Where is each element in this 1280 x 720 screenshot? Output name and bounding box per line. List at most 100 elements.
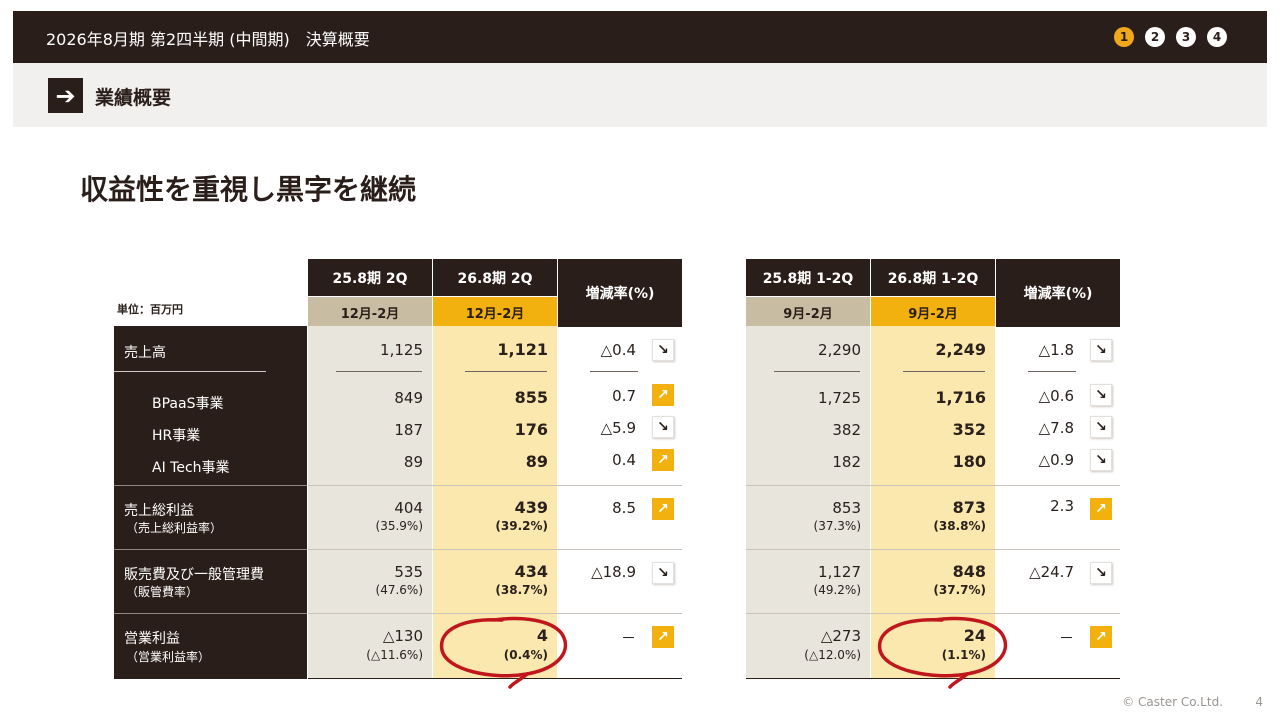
h-prev-sales: 2,290	[818, 341, 861, 359]
label-aitech: AI Tech事業	[152, 460, 230, 476]
h-cur-hr: 352	[952, 420, 986, 439]
header-cur-h1: 26.8期 1-2Q	[871, 259, 995, 296]
sales-underline	[1028, 371, 1076, 372]
h-rate-gross: 2.3	[1050, 497, 1074, 515]
q-prev-sales: 1,125	[380, 341, 423, 359]
sales-underline	[903, 371, 985, 372]
q-cur-sales: 1,121	[497, 340, 548, 359]
h-prev-aitech: 182	[832, 453, 861, 471]
page-dot-4[interactable]: 4	[1207, 27, 1227, 47]
sales-underline	[590, 371, 638, 372]
q-rate-bpaas: 0.7	[612, 387, 636, 405]
arrow-down-right-icon: ↘	[652, 416, 674, 438]
h-rate-sga: △24.7	[1029, 563, 1074, 581]
arrow-up-right-icon: ↗	[652, 626, 674, 648]
divider	[114, 613, 307, 614]
q-cur-gross-rate: (39.2%)	[495, 519, 548, 533]
q-cur-bpaas: 855	[514, 388, 548, 407]
section-bar: ➔ 業績概要	[13, 63, 1267, 127]
q-rate-op: －	[620, 629, 636, 647]
period-cur-2q: 12月-2月	[433, 297, 557, 327]
row-divider	[746, 613, 1120, 614]
row-divider	[308, 678, 682, 679]
q-prev-gross-rate: (35.9%)	[375, 519, 423, 533]
arrow-down-right-icon: ↘	[1090, 384, 1112, 406]
arrow-down-right-icon: ↘	[652, 562, 674, 584]
q-prev-bpaas: 849	[394, 389, 423, 407]
q-cur-sga-rate: (38.7%)	[495, 583, 548, 597]
q-rate-sga: △18.9	[591, 563, 636, 581]
top-bar: 2026年8月期 第2四半期 (中間期) 決算概要 1 2 3 4	[13, 11, 1267, 63]
arrow-down-right-icon: ↘	[1090, 416, 1112, 438]
arrow-down-right-icon: ↘	[1090, 449, 1112, 471]
arrow-right-icon: ➔	[48, 78, 83, 113]
h-cur-sales: 2,249	[935, 340, 986, 359]
h-cur-bpaas: 1,716	[935, 388, 986, 407]
divider	[114, 485, 307, 486]
header-cur-2q: 26.8期 2Q	[433, 259, 557, 296]
label-hr: HR事業	[152, 428, 201, 444]
label-sales: 売上高	[124, 345, 166, 361]
divider	[114, 549, 307, 550]
deck-title: 2026年8月期 第2四半期 (中間期) 決算概要	[46, 30, 370, 49]
unit-label: 単位：百万円	[117, 303, 183, 316]
label-bpaas: BPaaS事業	[152, 396, 224, 412]
label-sga-rate: （販管費率）	[126, 585, 199, 599]
h-prev-op: △273	[820, 627, 861, 645]
page-dot-3[interactable]: 3	[1176, 27, 1196, 47]
label-sga: 販売費及び一般管理費	[124, 567, 264, 583]
q-cur-aitech: 89	[525, 452, 548, 471]
q-prev-op: △130	[382, 627, 423, 645]
q-rate-sales: △0.4	[600, 341, 636, 359]
h-rate-op: －	[1058, 629, 1074, 647]
header-prev-h1: 25.8期 1-2Q	[746, 259, 870, 296]
h-rate-aitech: △0.9	[1038, 451, 1074, 469]
sales-underline	[774, 371, 860, 372]
arrow-up-right-icon: ↗	[1090, 498, 1112, 520]
q-cur-gross: 439	[514, 498, 548, 517]
h-rate-hr: △7.8	[1038, 419, 1074, 437]
q-prev-op-rate: (△11.6%)	[366, 648, 423, 662]
header-rate-h1: 増減率(%)	[996, 259, 1120, 327]
q-prev-sga: 535	[394, 563, 423, 581]
header-prev-2q: 25.8期 2Q	[308, 259, 432, 296]
h-prev-op-rate: (△12.0%)	[804, 648, 861, 662]
arrow-up-right-icon: ↗	[1090, 626, 1112, 648]
row-divider	[746, 485, 1120, 486]
q-prev-sga-rate: (47.6%)	[375, 583, 423, 597]
page-indicator: 1 2 3 4	[1114, 27, 1227, 47]
h-prev-bpaas: 1,725	[818, 389, 861, 407]
q-cur-hr: 176	[514, 420, 548, 439]
row-divider	[308, 485, 682, 486]
h-cur-op-rate: (1.1%)	[941, 648, 986, 662]
h-cur-gross: 873	[952, 498, 986, 517]
arrow-down-right-icon: ↘	[1090, 339, 1112, 361]
label-op-rate: （営業利益率）	[126, 650, 211, 664]
h-prev-sga: 1,127	[818, 563, 861, 581]
row-divider	[746, 678, 1120, 679]
q-prev-aitech: 89	[403, 453, 423, 471]
period-prev-h1: 9月-2月	[746, 297, 870, 327]
h-prev-gross: 853	[832, 499, 861, 517]
row-divider	[746, 549, 1120, 550]
arrow-up-right-icon: ↗	[652, 498, 674, 520]
section-label: 業績概要	[95, 87, 172, 109]
h-prev-gross-rate: (37.3%)	[813, 519, 861, 533]
h-prev-hr: 382	[832, 421, 861, 439]
page-number: 4	[1255, 695, 1263, 709]
page-headline: 収益性を重視し黒字を継続	[80, 173, 417, 206]
q-rate-hr: △5.9	[600, 419, 636, 437]
page-dot-2[interactable]: 2	[1145, 27, 1165, 47]
sales-underline	[336, 371, 422, 372]
period-prev-2q: 12月-2月	[308, 297, 432, 327]
arrow-down-right-icon: ↘	[652, 339, 674, 361]
h-cur-aitech: 180	[952, 452, 986, 471]
page-dot-1[interactable]: 1	[1114, 27, 1134, 47]
period-cur-h1: 9月-2月	[871, 297, 995, 327]
row-divider	[308, 613, 682, 614]
q-prev-hr: 187	[394, 421, 423, 439]
label-op: 営業利益	[124, 631, 180, 647]
arrow-down-right-icon: ↘	[1090, 562, 1112, 584]
row-divider	[308, 549, 682, 550]
q-prev-gross: 404	[394, 499, 423, 517]
